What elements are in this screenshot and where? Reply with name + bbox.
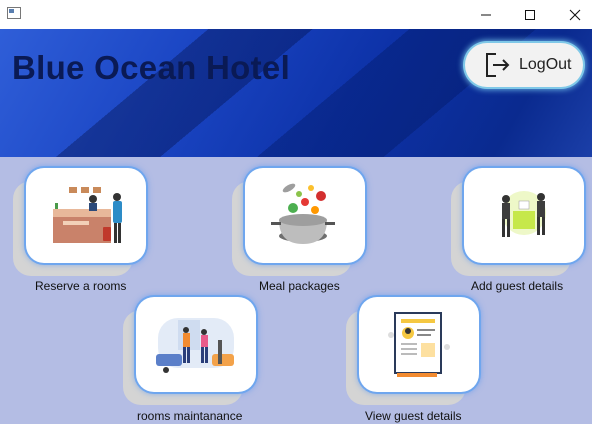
meal-packages-label: Meal packages [259,279,340,293]
close-icon [569,9,581,20]
card-face[interactable] [464,168,584,263]
maximize-button[interactable] [507,0,553,29]
logout-icon [486,53,510,77]
add-guest-details-label: Add guest details [471,279,564,293]
main-panel: Reserve a rooms Meal packages Add guest … [0,157,592,424]
logout-label: LogOut [519,56,572,73]
cooking-pot-illustration-icon [271,183,335,244]
window-title-bar [0,0,592,29]
guest-meeting-illustration-icon [502,190,546,237]
room-cleaning-illustration-icon [156,317,234,373]
card-face[interactable] [245,168,365,263]
view-guest-details-label: View guest details [365,409,462,423]
guest-profile-document-illustration-icon [388,311,450,377]
reserve-rooms-label: Reserve a rooms [35,279,127,293]
close-button[interactable] [552,0,592,29]
minimize-button[interactable] [463,0,509,29]
rooms-maintenance-label: rooms maintanance [137,409,243,423]
hotel-title: Blue Ocean Hotel [12,49,291,86]
logout-button[interactable]: LogOut [465,43,583,87]
minimize-icon [481,14,491,15]
header-banner: Blue Ocean Hotel LogOut [0,29,592,157]
maximize-icon [525,9,535,20]
app-window-icon [7,7,21,19]
card-face[interactable] [359,297,479,392]
card-face[interactable] [136,297,256,392]
hotel-reception-illustration-icon [53,186,122,243]
card-face[interactable] [26,168,146,263]
